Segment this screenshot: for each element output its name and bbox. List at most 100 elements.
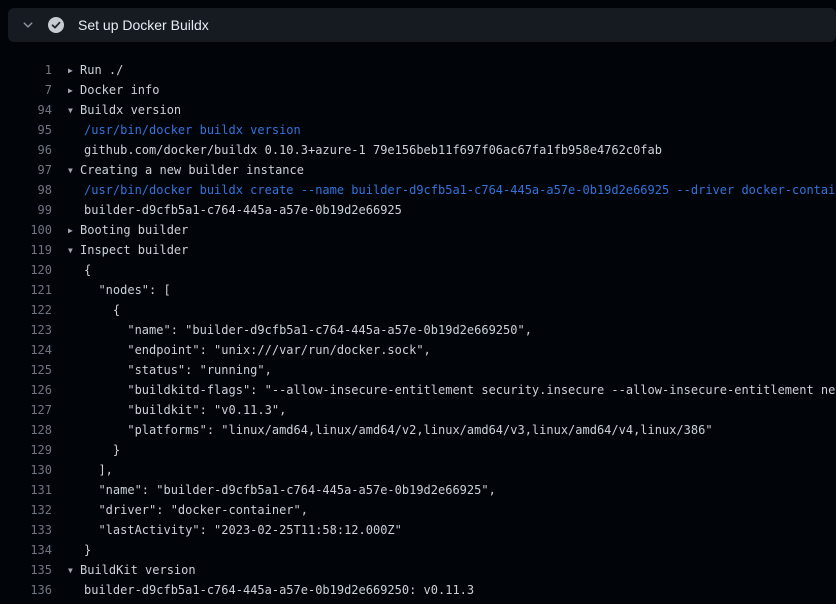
output-text: builder-d9cfb5a1-c764-445a-a57e-0b19d2e6…	[68, 200, 402, 220]
log-line-95: 95/usr/bin/docker buildx version	[0, 120, 836, 140]
group-expand-icon[interactable]: ▶	[68, 81, 80, 100]
output-text: "lastActivity": "2023-02-25T11:58:12.000…	[68, 520, 402, 540]
output-text: "status": "running",	[68, 360, 272, 380]
log-line-136: 136 builder-d9cfb5a1-c764-445a-a57e-0b19d…	[0, 580, 836, 600]
group-title[interactable]: Buildx version	[80, 103, 181, 117]
line-number[interactable]: 7	[0, 80, 52, 100]
line-number[interactable]: 125	[0, 360, 52, 380]
output-text: }	[68, 540, 91, 560]
log-line-126: 126 "buildkitd-flags": "--allow-insecure…	[0, 380, 836, 400]
line-number[interactable]: 128	[0, 420, 52, 440]
output-text: ],	[68, 460, 113, 480]
log-line-132: 132 "driver": "docker-container",	[0, 500, 836, 520]
command-text: /usr/bin/docker buildx version	[68, 120, 301, 140]
group-title[interactable]: Creating a new builder instance	[80, 163, 304, 177]
output-text: }	[68, 440, 120, 460]
log-line-96: 96 github.com/docker/buildx 0.10.3+azure-…	[0, 140, 836, 160]
log-line-129: 129 }	[0, 440, 836, 460]
group-title[interactable]: Inspect builder	[80, 243, 188, 257]
output-text: "endpoint": "unix:///var/run/docker.sock…	[68, 340, 431, 360]
group-title[interactable]: BuildKit version	[80, 563, 196, 577]
output-text: "buildkit": "v0.11.3",	[68, 400, 286, 420]
log-line-7[interactable]: 7 ▶Docker info	[0, 80, 836, 100]
line-number[interactable]: 127	[0, 400, 52, 420]
log-line-98: 98/usr/bin/docker buildx create --name b…	[0, 180, 836, 200]
line-number[interactable]: 95	[0, 120, 52, 140]
output-text: {	[68, 300, 120, 320]
line-number[interactable]: 126	[0, 380, 52, 400]
log-group-header[interactable]: ▼BuildKit version	[68, 560, 196, 580]
line-number[interactable]: 124	[0, 340, 52, 360]
step-header[interactable]: Set up Docker Buildx	[8, 8, 836, 42]
output-text: {	[68, 260, 91, 280]
line-number[interactable]: 129	[0, 440, 52, 460]
line-number[interactable]: 134	[0, 540, 52, 560]
step-title: Set up Docker Buildx	[78, 8, 209, 42]
actions-log-viewer: Set up Docker Buildx 1▶Run ./7▶Docker in…	[0, 0, 836, 604]
line-number[interactable]: 98	[0, 180, 52, 200]
output-text: "nodes": [	[68, 280, 171, 300]
line-number[interactable]: 97	[0, 160, 52, 180]
log-line-123: 123 "name": "builder-d9cfb5a1-c764-445a-…	[0, 320, 836, 340]
log-line-100[interactable]: 100 ▶Booting builder	[0, 220, 836, 240]
log-line-124: 124 "endpoint": "unix:///var/run/docker.…	[0, 340, 836, 360]
line-number[interactable]: 132	[0, 500, 52, 520]
output-text: "platforms": "linux/amd64,linux/amd64/v2…	[68, 420, 713, 440]
log-group-header[interactable]: ▼Buildx version	[68, 100, 181, 120]
log-line-135[interactable]: 135 ▼BuildKit version	[0, 560, 836, 580]
log-line-1[interactable]: 1 ▶Run ./	[0, 60, 836, 80]
output-text: "name": "builder-d9cfb5a1-c764-445a-a57e…	[68, 480, 496, 500]
output-text: builder-d9cfb5a1-c764-445a-a57e-0b19d2e6…	[68, 580, 474, 600]
log-line-119[interactable]: 119 ▼Inspect builder	[0, 240, 836, 260]
group-collapse-icon[interactable]: ▼	[68, 161, 80, 180]
log-line-122: 122 {	[0, 300, 836, 320]
log-line-97[interactable]: 97 ▼Creating a new builder instance	[0, 160, 836, 180]
line-number[interactable]: 130	[0, 460, 52, 480]
output-text: "buildkitd-flags": "--allow-insecure-ent…	[68, 380, 836, 400]
group-title[interactable]: Docker info	[80, 83, 159, 97]
line-number[interactable]: 135	[0, 560, 52, 580]
command-text: /usr/bin/docker buildx create --name bui…	[68, 180, 836, 200]
log-line-121: 121 "nodes": [	[0, 280, 836, 300]
log-line-127: 127 "buildkit": "v0.11.3",	[0, 400, 836, 420]
line-number[interactable]: 96	[0, 140, 52, 160]
line-number[interactable]: 119	[0, 240, 52, 260]
line-number[interactable]: 120	[0, 260, 52, 280]
line-number[interactable]: 136	[0, 580, 52, 600]
log-line-131: 131 "name": "builder-d9cfb5a1-c764-445a-…	[0, 480, 836, 500]
log-lines: 1▶Run ./7▶Docker info94▼Buildx version95…	[0, 42, 836, 600]
line-number[interactable]: 121	[0, 280, 52, 300]
line-number[interactable]: 123	[0, 320, 52, 340]
log-line-99: 99 builder-d9cfb5a1-c764-445a-a57e-0b19d2…	[0, 200, 836, 220]
group-title[interactable]: Booting builder	[80, 223, 188, 237]
line-number[interactable]: 133	[0, 520, 52, 540]
log-line-125: 125 "status": "running",	[0, 360, 836, 380]
output-text: "name": "builder-d9cfb5a1-c764-445a-a57e…	[68, 320, 532, 340]
line-number[interactable]: 100	[0, 220, 52, 240]
line-number[interactable]: 131	[0, 480, 52, 500]
log-line-134: 134}	[0, 540, 836, 560]
group-collapse-icon[interactable]: ▼	[68, 101, 80, 120]
log-line-94[interactable]: 94 ▼Buildx version	[0, 100, 836, 120]
chevron-down-icon[interactable]	[22, 19, 34, 31]
group-title[interactable]: Run ./	[80, 63, 123, 77]
log-line-130: 130 ],	[0, 460, 836, 480]
log-line-128: 128 "platforms": "linux/amd64,linux/amd6…	[0, 420, 836, 440]
group-collapse-icon[interactable]: ▼	[68, 561, 80, 580]
log-group-header[interactable]: ▶Docker info	[68, 80, 159, 100]
line-number[interactable]: 99	[0, 200, 52, 220]
output-text: github.com/docker/buildx 0.10.3+azure-1 …	[68, 140, 662, 160]
log-group-header[interactable]: ▼Inspect builder	[68, 240, 188, 260]
line-number[interactable]: 122	[0, 300, 52, 320]
line-number[interactable]: 94	[0, 100, 52, 120]
log-line-133: 133 "lastActivity": "2023-02-25T11:58:12…	[0, 520, 836, 540]
log-group-header[interactable]: ▶Booting builder	[68, 220, 188, 240]
log-group-header[interactable]: ▶Run ./	[68, 60, 123, 80]
group-expand-icon[interactable]: ▶	[68, 221, 80, 240]
log-line-120: 120 {	[0, 260, 836, 280]
check-circle-icon	[48, 17, 64, 33]
group-expand-icon[interactable]: ▶	[68, 61, 80, 80]
group-collapse-icon[interactable]: ▼	[68, 241, 80, 260]
log-group-header[interactable]: ▼Creating a new builder instance	[68, 160, 304, 180]
line-number[interactable]: 1	[0, 60, 52, 80]
